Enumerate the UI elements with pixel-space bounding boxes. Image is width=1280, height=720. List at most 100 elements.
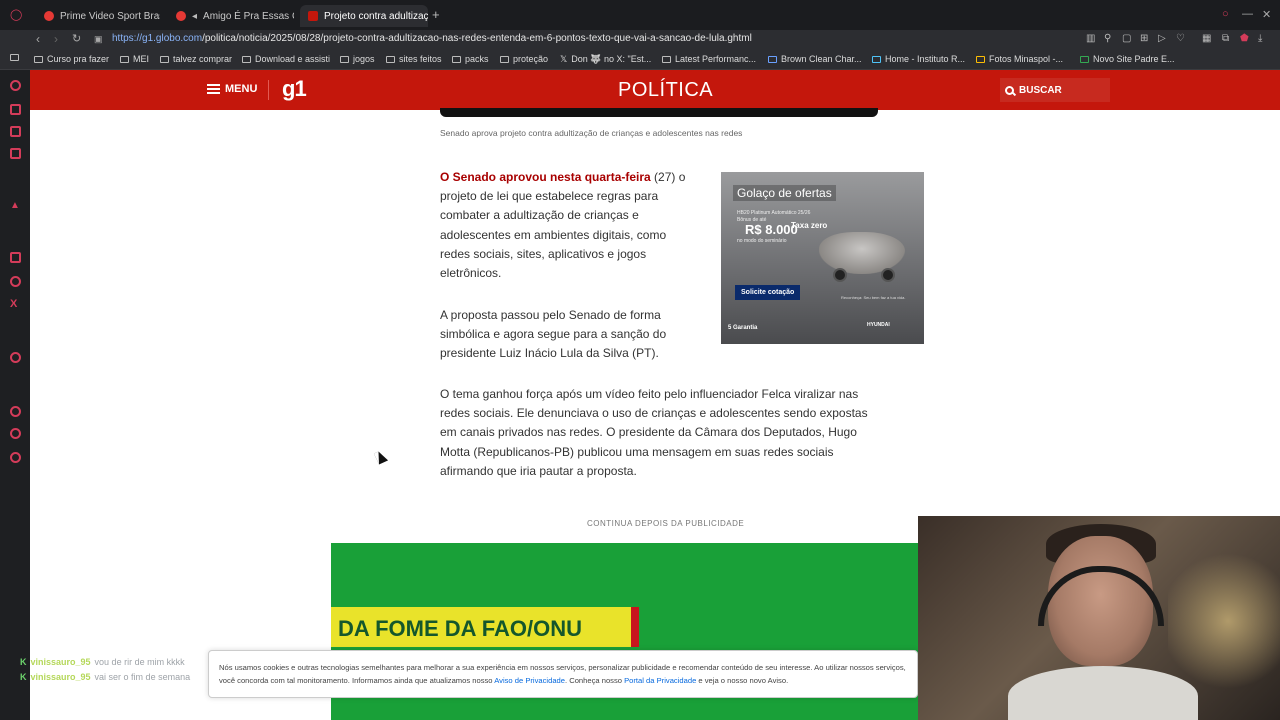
sidebar-icon-aria[interactable] bbox=[10, 80, 21, 91]
g1-logo[interactable]: g1 bbox=[282, 76, 307, 102]
close-window-icon[interactable]: ✕ bbox=[1262, 8, 1271, 21]
tab-amigo[interactable]: ◂ Amigo É Pra Essas Co bbox=[168, 5, 294, 27]
ad-price: R$ 8.000 bbox=[745, 222, 798, 237]
search-tabs-icon[interactable]: ○ bbox=[1222, 8, 1229, 20]
webcam-feed bbox=[918, 516, 1280, 720]
sidebar-icon-messenger[interactable] bbox=[10, 126, 21, 137]
bookmark-link[interactable]: Brown Clean Char... bbox=[768, 54, 862, 64]
kick-icon: K bbox=[20, 657, 27, 667]
chat-text: vai ser o fim de semana bbox=[94, 672, 191, 682]
tab-prime-video[interactable]: Prime Video Sport Brasil bbox=[36, 5, 160, 27]
search-icon bbox=[1005, 85, 1014, 95]
drive-icon bbox=[1080, 55, 1089, 63]
forward-icon[interactable]: › bbox=[54, 32, 58, 46]
sidebar-icon-twitch[interactable] bbox=[10, 252, 21, 263]
speaker-icon: ◂ bbox=[192, 10, 198, 22]
hyundai-ad[interactable]: Golaço de ofertas HB20 Platinum Automáti… bbox=[721, 172, 924, 344]
chat-username: vinissauro_95 bbox=[30, 657, 91, 667]
article-paragraph-1: O Senado aprovou nesta quarta-feira (27)… bbox=[440, 168, 690, 283]
article-paragraph-2: A proposta passou pelo Senado de forma s… bbox=[440, 308, 667, 361]
folder-icon bbox=[34, 55, 43, 63]
shield-icon bbox=[768, 55, 777, 63]
bookmark-folder[interactable]: talvez comprar bbox=[160, 54, 232, 64]
bookmark-folder[interactable]: sites feitos bbox=[386, 54, 442, 64]
privacy-notice-link[interactable]: Aviso de Privacidade bbox=[494, 676, 565, 685]
minimize-icon[interactable]: — bbox=[1242, 8, 1253, 20]
bookmark-x-post[interactable]: 𝕏 Don 🐺 no X: "Est... bbox=[560, 54, 651, 65]
divider bbox=[268, 80, 269, 100]
tab-title: Amigo É Pra Essas Co bbox=[203, 10, 294, 22]
bookmark-folder[interactable]: MEI bbox=[120, 54, 149, 64]
bookmark-folder[interactable]: packs bbox=[452, 54, 489, 64]
car-wheel bbox=[881, 268, 895, 282]
bookmark-apps-icon[interactable] bbox=[10, 54, 19, 61]
video-player[interactable] bbox=[440, 108, 878, 117]
sidebar-icon-history[interactable] bbox=[10, 406, 21, 417]
address-bar: ‹ › ↻ ▣ https://g1.globo.com/politica/no… bbox=[0, 30, 1280, 50]
opera-logo-icon[interactable]: ◯ bbox=[10, 8, 22, 21]
puzzle-icon[interactable]: ⧉ bbox=[1222, 33, 1229, 44]
ad-note: no modo do seminário bbox=[737, 238, 787, 244]
bookmark-link[interactable]: Latest Performanc... bbox=[662, 54, 756, 64]
download-icon[interactable]: ⤓ bbox=[1258, 33, 1262, 44]
x-logo-icon: 𝕏 bbox=[560, 54, 568, 64]
article-lead-link[interactable]: O Senado aprovou nesta quarta-feira bbox=[440, 170, 651, 184]
new-tab-icon[interactable]: + bbox=[432, 7, 440, 22]
banner-text: DA FOME DA FAO/ONU bbox=[338, 616, 583, 641]
sidebar-icon-extensions[interactable] bbox=[10, 428, 21, 439]
extension-icon[interactable]: ▦ bbox=[1202, 33, 1211, 44]
section-title[interactable]: POLÍTICA bbox=[618, 79, 713, 102]
chat-username: vinissauro_95 bbox=[30, 672, 91, 682]
sidebar-icon-player[interactable] bbox=[10, 352, 21, 363]
cookie-banner: Nós usamos cookies e outras tecnologias … bbox=[208, 650, 918, 698]
sidebar-icon-x[interactable]: X bbox=[10, 298, 21, 310]
bookmarks-bar: Curso pra fazer MEI talvez comprar Downl… bbox=[0, 50, 1280, 70]
menu-button[interactable]: MENU bbox=[207, 83, 257, 95]
lock-icon: ▣ bbox=[94, 34, 103, 44]
folder-icon bbox=[340, 55, 349, 63]
heart-icon[interactable]: ♡ bbox=[1176, 33, 1185, 44]
bookmark-link[interactable]: Home - Instituto R... bbox=[872, 54, 965, 64]
bookmark-folder[interactable]: Curso pra fazer bbox=[34, 54, 109, 64]
snapshot-icon[interactable]: ▥ bbox=[1086, 33, 1095, 44]
url-field[interactable]: https://g1.globo.com/politica/noticia/20… bbox=[112, 33, 752, 44]
reload-icon[interactable]: ↻ bbox=[72, 32, 81, 45]
bookmark-folder[interactable]: jogos bbox=[340, 54, 375, 64]
youtube-icon bbox=[44, 11, 54, 21]
tab-icon[interactable]: ▢ bbox=[1122, 33, 1131, 44]
monitor-icon bbox=[662, 55, 671, 63]
save-icon[interactable]: ⊞ bbox=[1140, 33, 1148, 44]
ad-disclaimer: Reconheça: Seu bem faz a tua vida. bbox=[841, 295, 906, 300]
search-button[interactable]: BUSCAR bbox=[1000, 78, 1110, 102]
bookmark-link[interactable]: Fotos Minaspol -... bbox=[976, 54, 1063, 64]
bookmark-link[interactable]: Novo Site Padre E... bbox=[1080, 54, 1175, 64]
bookmark-folder[interactable]: Download e assisti bbox=[242, 54, 330, 64]
hamburger-icon bbox=[207, 84, 220, 94]
kick-icon: K bbox=[20, 672, 27, 682]
recording-icon bbox=[176, 11, 186, 21]
sidebar-icon-workspaces[interactable] bbox=[10, 104, 21, 115]
background-light bbox=[1168, 546, 1280, 696]
ad-cta-button[interactable]: Solicite cotação bbox=[735, 285, 801, 300]
back-icon[interactable]: ‹ bbox=[36, 32, 40, 46]
ad-warranty: 5 Garantia bbox=[728, 325, 758, 331]
vpn-icon[interactable]: ⬟ bbox=[1240, 33, 1249, 44]
menu-label: MENU bbox=[225, 83, 258, 95]
sidebar-icon-mail[interactable] bbox=[10, 148, 21, 159]
chat-message: K vinissauro_95 vou de rir de mim kkkk bbox=[20, 655, 190, 670]
folder-icon bbox=[120, 55, 129, 63]
browser-tab-bar: ◯ Prime Video Sport Brasil ◂ Amigo É Pra… bbox=[0, 0, 1280, 30]
sidebar-icon-whatsapp[interactable] bbox=[10, 276, 21, 287]
screen: ◯ Prime Video Sport Brasil ◂ Amigo É Pra… bbox=[0, 0, 1280, 720]
pin-icon[interactable]: ⚲ bbox=[1104, 33, 1111, 44]
folder-icon bbox=[386, 55, 395, 63]
play-icon[interactable]: ▷ bbox=[1158, 33, 1166, 44]
sidebar-icon-settings[interactable] bbox=[10, 452, 21, 463]
tab-projeto-adultizacao[interactable]: Projeto contra adultização bbox=[300, 5, 428, 27]
privacy-portal-link[interactable]: Portal da Privacidade bbox=[624, 676, 696, 685]
bookmark-folder[interactable]: proteção bbox=[500, 54, 548, 64]
sidebar-icon-arrow[interactable]: ▲ bbox=[10, 200, 21, 211]
url-host: https://g1.globo.com bbox=[112, 33, 203, 44]
mouse-cursor-icon bbox=[373, 449, 389, 465]
video-caption: Senado aprova projeto contra adultização… bbox=[440, 128, 743, 138]
